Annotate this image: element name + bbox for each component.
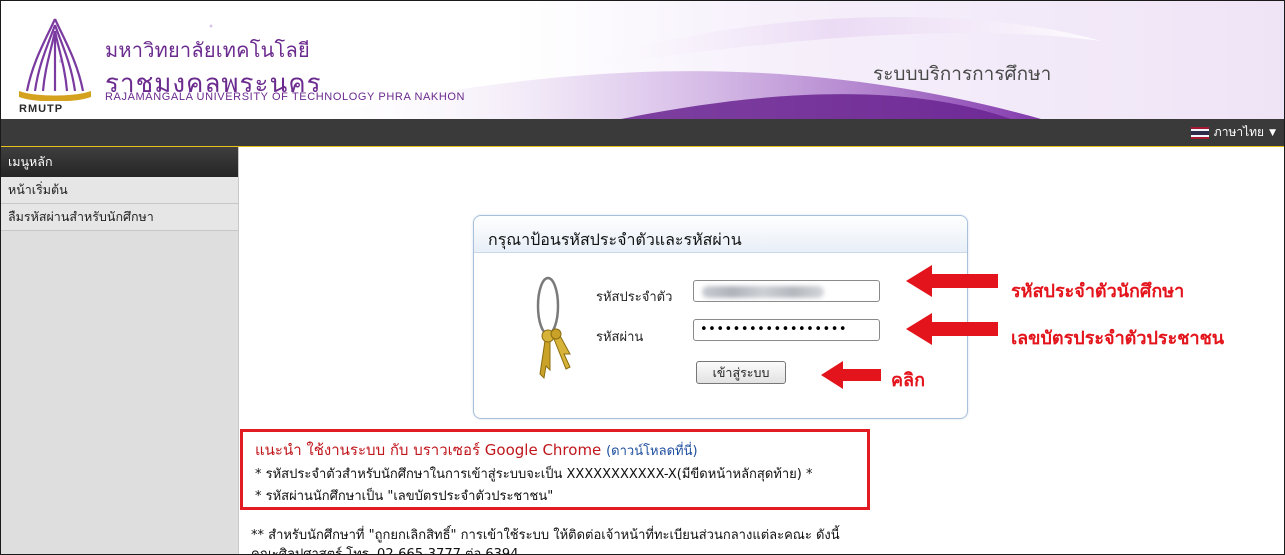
password-label: รหัสผ่าน [596,330,644,345]
university-name-english: RAJAMANGALA UNIVERSITY OF TECHNOLOGY PHR… [105,91,466,103]
password-hint: เลขบัตรประจำตัวประชาชน [1011,328,1225,349]
system-title: ระบบบริการการศึกษา [873,63,1052,85]
login-button[interactable]: เข้าสู่ระบบ [696,361,786,384]
page-frame: RMUTP มหาวิทยาลัยเทคโนโลยี ราชมงคลพระนคร… [0,0,1285,555]
notice-line-chrome: แนะนำ ใช้งานระบบ กับ บราวเซอร์ Google Ch… [255,438,855,462]
footnote-revoked-students: ** สำหรับนักศึกษาที่ "ถูกยกเลิกสิทธิ์" ก… [251,528,840,543]
userid-hint: รหัสประจำตัวนักศึกษา [1011,281,1185,302]
top-navigation-bar: ภาษาไทย ▼ [1,119,1284,147]
notice-password-format: * รหัสผ่านนักศึกษาเป็น "เลขบัตรประจำตัวป… [255,489,554,504]
notice-userid-format: * รหัสประจำตัวสำหรับนักศึกษาในการเข้าสู่… [255,467,813,482]
userid-value-blurred [702,286,824,298]
userid-arrow-icon [906,265,998,297]
sidebar: เมนูหลัก หน้าเริ่มต้น ลืมรหัสผ่านสำหรับน… [1,147,239,554]
browser-notice-box: แนะนำ ใช้งานระบบ กับ บราวเซอร์ Google Ch… [240,429,870,510]
caret-down-icon: ▼ [1269,127,1276,138]
userid-input[interactable] [693,280,880,302]
sidebar-item-forgot-password[interactable]: ลืมรหัสผ่านสำหรับนักศึกษา [1,204,238,231]
university-name-thai-line1: มหาวิทยาลัยเทคโนโลยี [105,38,310,62]
sidebar-header: เมนูหลัก [1,147,238,177]
language-label: ภาษาไทย [1213,125,1265,139]
logo-text: RMUTP [19,103,64,115]
password-arrow-icon [906,313,998,345]
download-chrome-link[interactable]: (ดาวน์โหลดที่นี่) [606,444,698,459]
password-input[interactable]: •••••••••••••••••• [693,319,880,341]
language-selector[interactable]: ภาษาไทย ▼ [1190,123,1276,142]
login-title: กรุณาป้อนรหัสประจำตัวและรหัสผ่าน [488,230,742,249]
footnote-contact-phone: คณะศิลปศาสตร์ โทร. 02-665-3777 ต่อ 6394 [251,547,519,555]
keys-icon [536,276,571,380]
sidebar-item-home[interactable]: หน้าเริ่มต้น [1,177,238,204]
click-hint: คลิก [891,370,925,391]
click-arrow-icon [821,361,881,389]
notice-chrome-text: แนะนำ ใช้งานระบบ กับ บราวเซอร์ Google Ch… [255,441,602,459]
thai-flag-icon [1190,126,1209,139]
header-banner: RMUTP มหาวิทยาลัยเทคโนโลยี ราชมงคลพระนคร… [1,1,1284,119]
userid-label: รหัสประจำตัว [596,290,673,305]
